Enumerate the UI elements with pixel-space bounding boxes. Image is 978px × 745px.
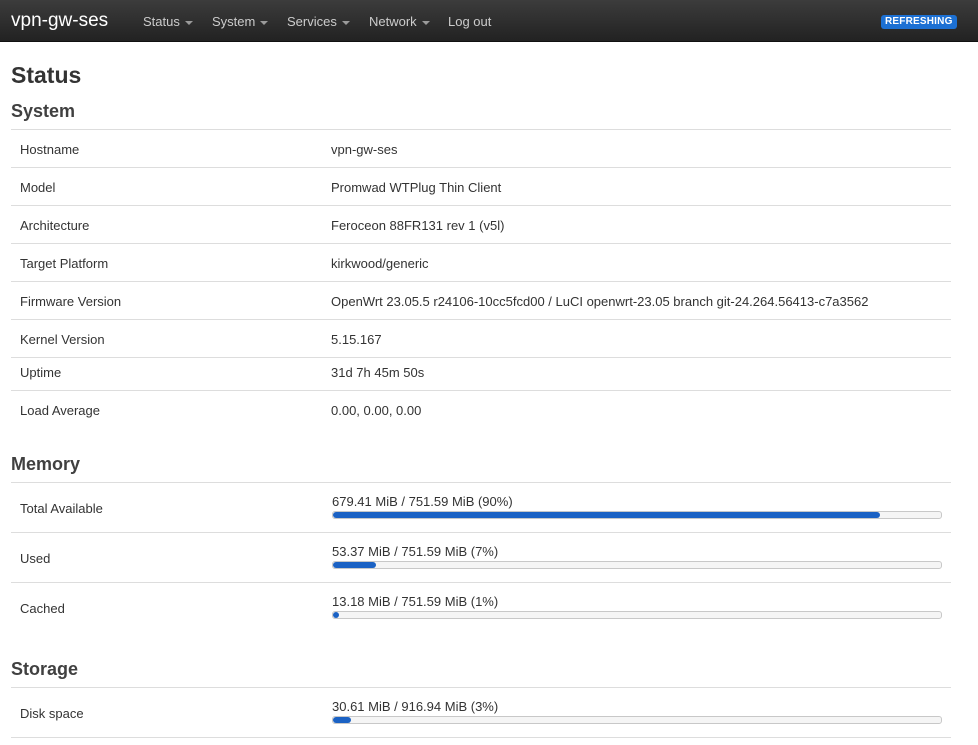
storage-table: Disk space 30.61 MiB / 916.94 MiB (3%): [11, 687, 951, 738]
memory-total-progress: [332, 511, 942, 519]
table-row: Load Average 0.00, 0.00, 0.00: [11, 390, 951, 428]
disk-space-text: 30.61 MiB / 916.94 MiB (3%): [332, 699, 499, 714]
table-row: Target Platform kirkwood/generic: [11, 243, 951, 281]
row-value: kirkwood/generic: [331, 256, 429, 271]
menu-services-label: Services: [287, 14, 337, 29]
row-label: Firmware Version: [20, 294, 122, 309]
memory-table: Total Available 679.41 MiB / 751.59 MiB …: [11, 482, 951, 632]
row-label: Cached: [20, 601, 65, 616]
row-value: vpn-gw-ses: [331, 142, 398, 157]
progress-fill: [333, 612, 340, 618]
system-table: Hostname vpn-gw-ses Model Promwad WTPlug…: [11, 129, 951, 428]
menu-logout[interactable]: Log out: [448, 14, 491, 29]
page-title: Status: [11, 62, 82, 88]
table-row: Uptime 31d 7h 45m 50s: [11, 357, 951, 390]
chevron-down-icon: [341, 20, 350, 25]
row-label: Disk space: [20, 706, 84, 721]
progress-fill: [333, 562, 376, 568]
row-label: Model: [20, 180, 56, 195]
memory-used-progress: [332, 561, 942, 569]
row-value: 0.00, 0.00, 0.00: [331, 403, 422, 418]
row-label: Architecture: [20, 218, 90, 233]
table-row: Disk space 30.61 MiB / 916.94 MiB (3%): [11, 687, 951, 738]
section-title-memory: Memory: [11, 454, 81, 474]
menu-status[interactable]: Status: [143, 14, 193, 29]
menu-services[interactable]: Services: [287, 14, 350, 29]
row-value: OpenWrt 23.05.5 r24106-10cc5fcd00 / LuCI…: [331, 294, 869, 309]
table-row: Model Promwad WTPlug Thin Client: [11, 167, 951, 205]
row-label: Total Available: [20, 501, 103, 516]
memory-cached-progress: [332, 611, 942, 619]
brand-hostname[interactable]: vpn-gw-ses: [11, 10, 108, 32]
row-label: Kernel Version: [20, 332, 105, 347]
section-title-system: System: [11, 101, 76, 121]
row-value: Promwad WTPlug Thin Client: [331, 180, 502, 195]
table-row: Used 53.37 MiB / 751.59 MiB (7%): [11, 532, 951, 582]
top-navbar: vpn-gw-ses Status System Services Networ…: [0, 0, 978, 42]
table-row: Cached 13.18 MiB / 751.59 MiB (1%): [11, 582, 951, 632]
row-label: Uptime: [20, 365, 62, 380]
row-label: Hostname: [20, 142, 80, 157]
chevron-down-icon: [184, 20, 193, 25]
table-row: Total Available 679.41 MiB / 751.59 MiB …: [11, 482, 951, 532]
menu-system-label: System: [212, 14, 256, 29]
row-value: Feroceon 88FR131 rev 1 (v5l): [331, 218, 505, 233]
disk-space-progress: [332, 716, 942, 724]
memory-total-text: 679.41 MiB / 751.59 MiB (90%): [332, 494, 513, 509]
table-row: Architecture Feroceon 88FR131 rev 1 (v5l…: [11, 205, 951, 243]
memory-cached-text: 13.18 MiB / 751.59 MiB (1%): [332, 594, 499, 609]
refreshing-badge[interactable]: REFRESHING: [881, 15, 957, 29]
memory-used-text: 53.37 MiB / 751.59 MiB (7%): [332, 544, 499, 559]
menu-network-label: Network: [369, 14, 417, 29]
menu-network[interactable]: Network: [369, 14, 430, 29]
table-row: Kernel Version 5.15.167: [11, 319, 951, 357]
row-value: 5.15.167: [331, 332, 382, 347]
chevron-down-icon: [421, 20, 430, 25]
table-row: Firmware Version OpenWrt 23.05.5 r24106-…: [11, 281, 951, 319]
table-row: Hostname vpn-gw-ses: [11, 129, 951, 167]
menu-system[interactable]: System: [212, 14, 269, 29]
row-value: 31d 7h 45m 50s: [331, 365, 425, 380]
progress-fill: [333, 512, 881, 518]
row-label: Target Platform: [20, 256, 109, 271]
chevron-down-icon: [260, 20, 269, 25]
section-title-storage: Storage: [11, 659, 79, 679]
row-label: Load Average: [20, 403, 100, 418]
menu-status-label: Status: [143, 14, 180, 29]
row-label: Used: [20, 551, 51, 566]
progress-fill: [333, 717, 352, 723]
